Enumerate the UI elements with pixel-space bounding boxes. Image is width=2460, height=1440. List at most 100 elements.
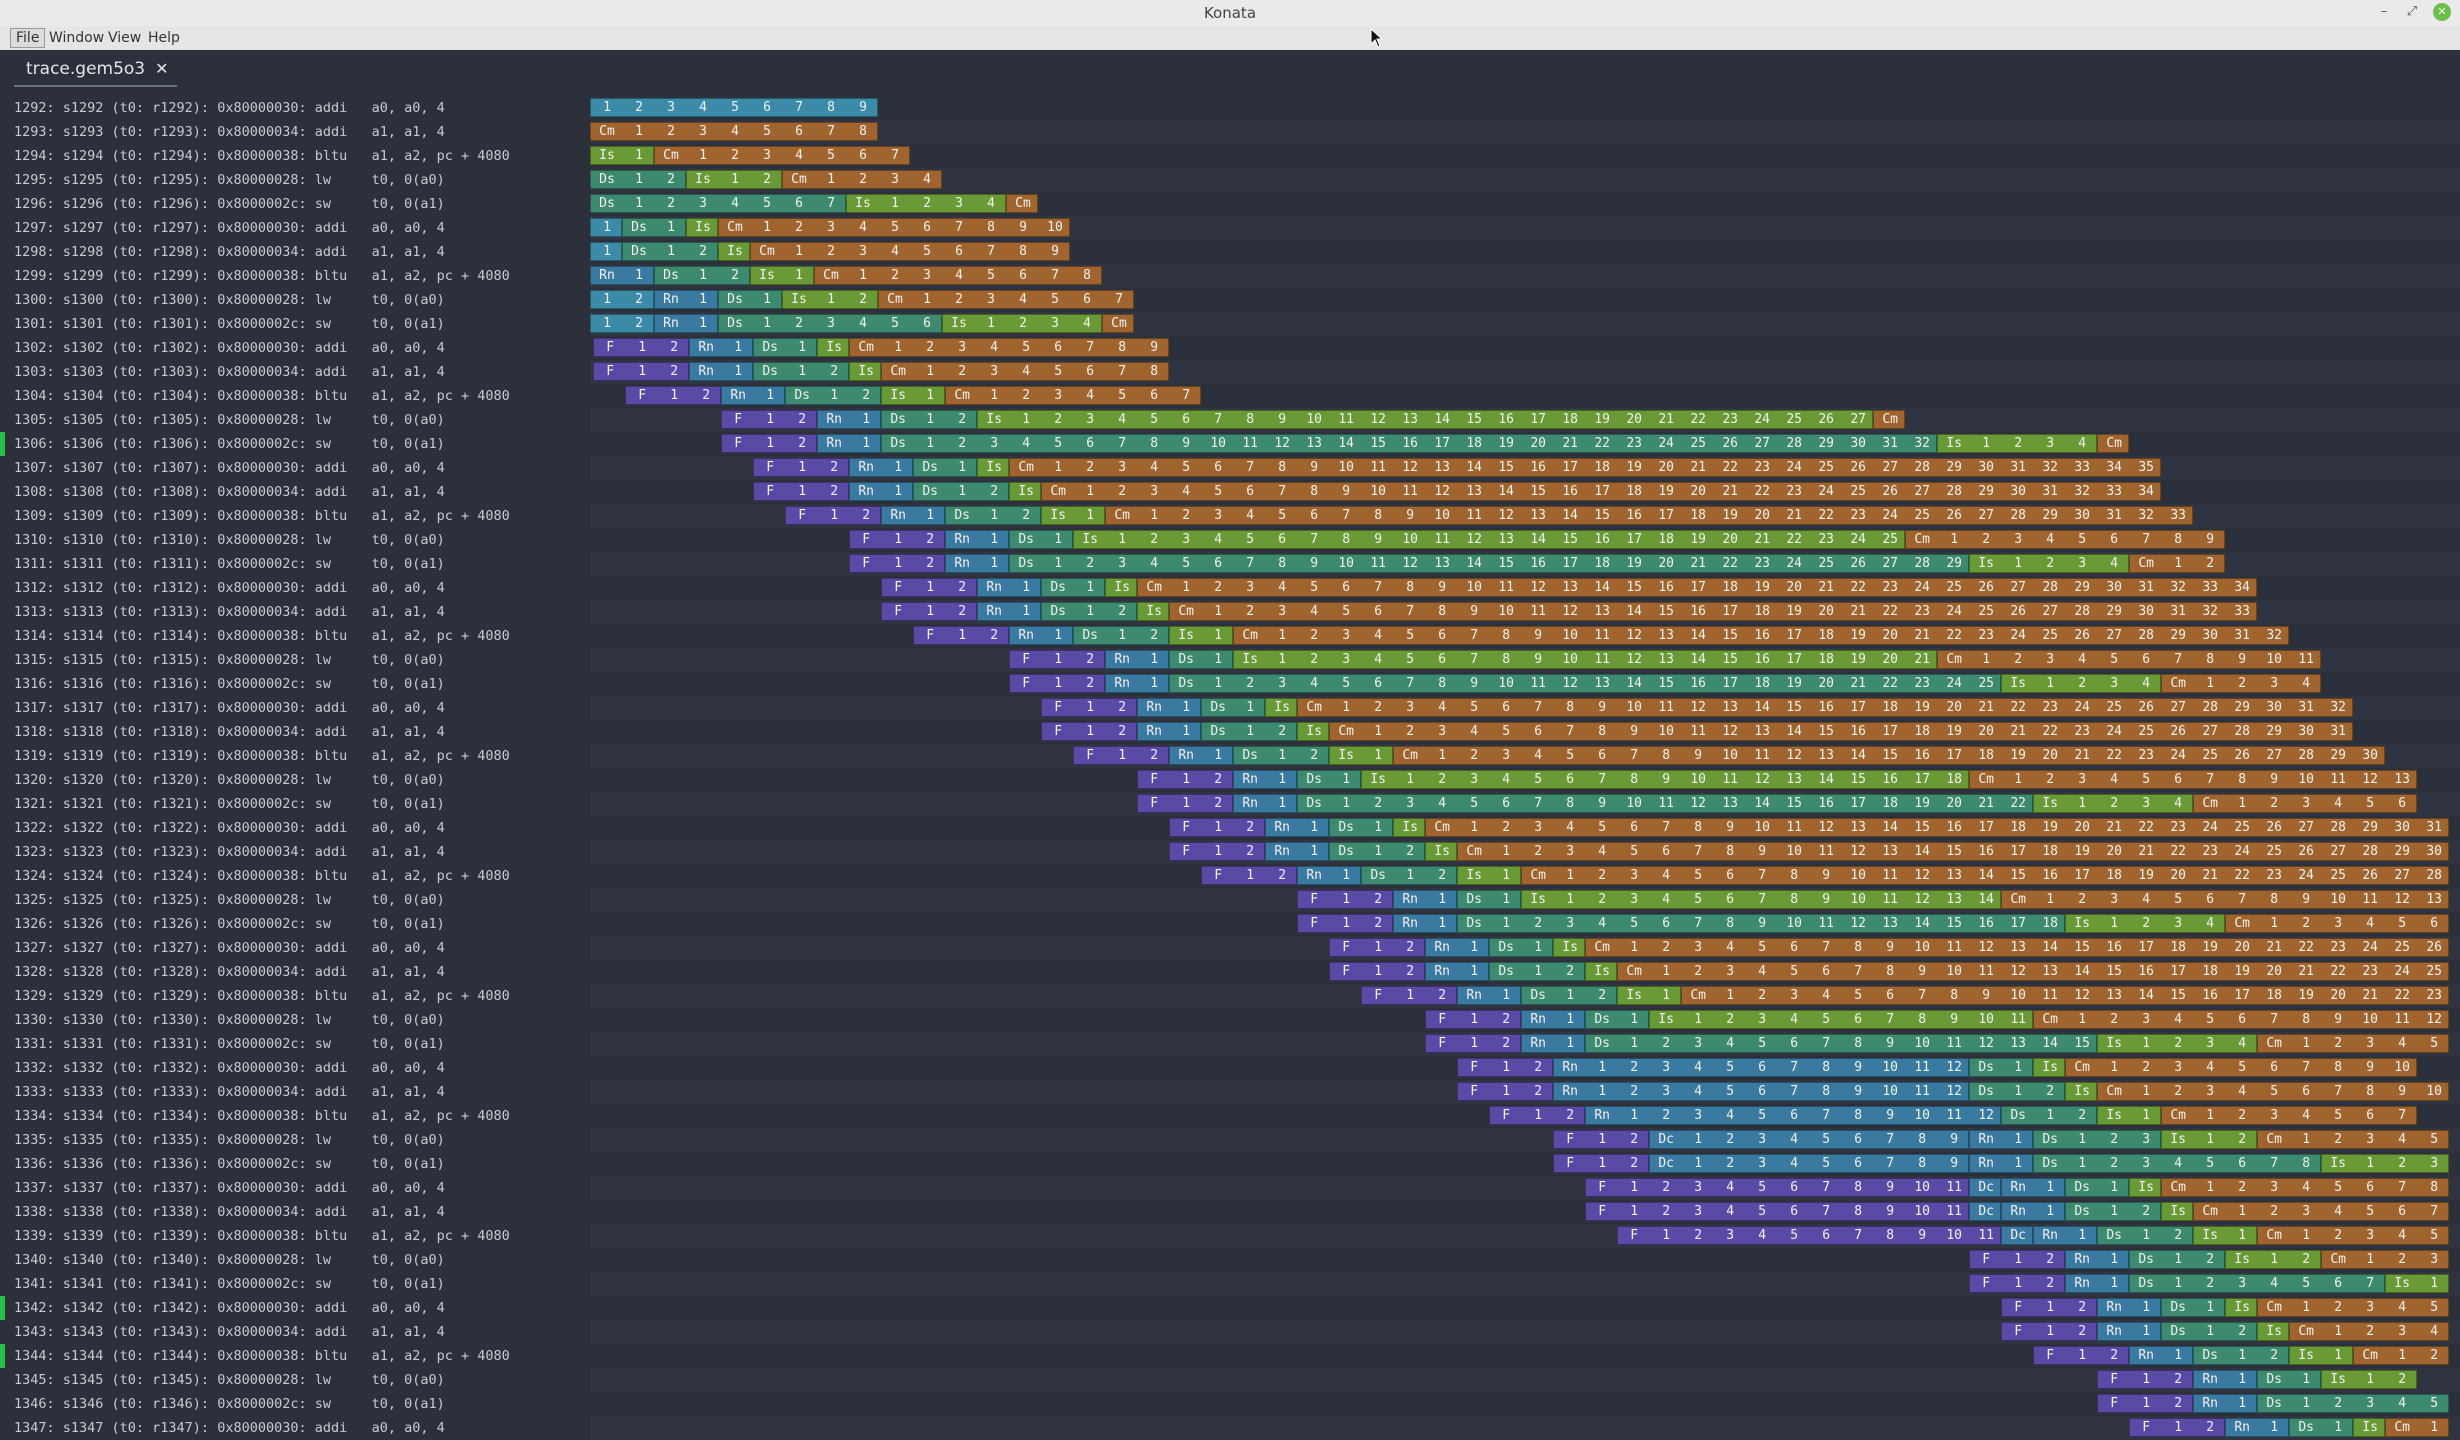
instruction-row[interactable]: 1329: s1329 (t0: r1329): 0x80000038: blt…: [0, 984, 590, 1008]
instruction-row[interactable]: 1335: s1335 (t0: r1335): 0x80000028: lw …: [0, 1128, 590, 1152]
instruction-row[interactable]: 1330: s1330 (t0: r1330): 0x80000028: lw …: [0, 1008, 590, 1032]
maximize-button[interactable]: ⤢: [2403, 3, 2421, 21]
stage-ds[interactable]: Ds 1: [1009, 530, 1074, 549]
stage-ds[interactable]: Ds 1 2: [2129, 1250, 2226, 1269]
stage-rn[interactable]: Rn 1: [881, 506, 946, 525]
stage-cm[interactable]: Cm 1 2 3 4 5 6 7: [2193, 1202, 2450, 1221]
stage-f[interactable]: F12: [849, 530, 946, 549]
stage-cm[interactable]: Cm 1 2 3 4 5 6 7 8 9 10 11 12 13 14 15 16 17 18 19 20 21 22 23 2…: [1169, 602, 2258, 621]
instruction-row[interactable]: 1344: s1344 (t0: r1344): 0x80000038: blt…: [0, 1344, 590, 1368]
stage-ds[interactable]: Ds 1 2: [945, 506, 1042, 525]
stage-cm[interactable]: Cm 1 2 3 4 5 6 7 8 9 10 11 12 13 14 15 16 17 18 19 20 21 22 23: [1681, 986, 2450, 1005]
stage-is[interactable]: Is 1: [2289, 1346, 2354, 1365]
stage-is[interactable]: Is 1 2 3 4 5 6 7 8 9 10 11: [1649, 1010, 2034, 1029]
stage-cm[interactable]: Cm 1 2 3 4 5 6 7: [654, 146, 910, 165]
stage-ds[interactable]: Ds 1 2: [2097, 1226, 2194, 1245]
stage-start[interactable]: 123456789: [590, 98, 878, 117]
stage-ds[interactable]: Ds 1 2 3 4 5 6 7 8: [2033, 1154, 2322, 1173]
stage-ds[interactable]: Ds 1 2: [1041, 602, 1138, 621]
stage-is[interactable]: Is: [1585, 962, 1618, 981]
stage-f[interactable]: F 1 2 3 4 5 6 7 8 9 10 11: [1585, 1178, 1970, 1197]
stage-ds[interactable]: Ds 1: [2289, 1418, 2354, 1437]
stage-cm[interactable]: Cm 1 2 3 4: [782, 170, 942, 189]
stage-rn[interactable]: Rn 1: [1425, 938, 1490, 957]
instruction-row[interactable]: 1306: s1306 (t0: r1306): 0x8000002c: sw …: [0, 432, 590, 456]
stage-is[interactable]: Is 1: [1169, 626, 1234, 645]
stage-cm[interactable]: Cm 1 2 3 4 5 6 7: [878, 290, 1134, 309]
stage-is[interactable]: Is 1: [881, 386, 946, 405]
stage-rn[interactable]: Rn 1: [2097, 1298, 2162, 1317]
stage-rn[interactable]: Rn 1: [977, 602, 1042, 621]
instruction-row[interactable]: 1298: s1298 (t0: r1298): 0x80000034: add…: [0, 240, 590, 264]
stage-ds[interactable]: Ds 1 2: [913, 482, 1010, 501]
instruction-row[interactable]: 1294: s1294 (t0: r1294): 0x80000038: blt…: [0, 144, 590, 168]
stage-dc[interactable]: Dc: [1969, 1178, 2002, 1197]
stage-cm[interactable]: Cm 1 2 3 4 5 6 7 8: [590, 122, 878, 141]
stage-rn[interactable]: Rn 1: [1457, 986, 1522, 1005]
stage-rn[interactable]: Rn 1 2 3 4 5 6 7 8 9 10 11 12: [1553, 1082, 1970, 1101]
stage-is[interactable]: Is: [1137, 602, 1170, 621]
stage-ds[interactable]: Ds 1: [2161, 1298, 2226, 1317]
stage-f[interactable]: F12: [1041, 698, 1138, 717]
stage-f[interactable]: F12: [2001, 1322, 2098, 1341]
stage-ds[interactable]: Ds 1 2: [2161, 1322, 2258, 1341]
stage-f[interactable]: F12: [2033, 1346, 2130, 1365]
stage-rn[interactable]: Rn 1: [2065, 1274, 2130, 1293]
stage-is[interactable]: Is 1 2: [2225, 1250, 2322, 1269]
stage-rn[interactable]: Rn 1: [2033, 1226, 2098, 1245]
stage-rn[interactable]: Rn 1: [1009, 626, 1074, 645]
stage-cm[interactable]: Cm 1 2 3: [2321, 1250, 2450, 1269]
stage-cm[interactable]: Cm 1 2 3 4 5 6 7 8 9 10: [2065, 1058, 2418, 1077]
stage-rn[interactable]: Rn 1: [654, 290, 718, 309]
instruction-row[interactable]: 1334: s1334 (t0: r1334): 0x80000038: blt…: [0, 1104, 590, 1128]
stage-is[interactable]: Is 1 2 3 4: [846, 194, 1006, 213]
instruction-row[interactable]: 1319: s1319 (t0: r1319): 0x80000038: blt…: [0, 744, 590, 768]
instruction-row[interactable]: 1323: s1323 (t0: r1323): 0x80000034: add…: [0, 840, 590, 864]
stage-rn[interactable]: Rn 1: [1393, 890, 1458, 909]
stage-ds[interactable]: Ds 1 2: [1969, 1082, 2066, 1101]
stage-cm[interactable]: Cm 1 2 3 4 5 6 7 8 9 10 11 12: [2033, 1010, 2450, 1029]
stage-is[interactable]: Is: [2129, 1178, 2162, 1197]
stage-is[interactable]: Is 1: [2193, 1226, 2258, 1245]
stage-ds[interactable]: Ds 1: [1297, 770, 1362, 789]
stage-is[interactable]: Is: [1105, 578, 1138, 597]
instruction-row[interactable]: 1295: s1295 (t0: r1295): 0x80000028: lw …: [0, 168, 590, 192]
instruction-row[interactable]: 1297: s1297 (t0: r1297): 0x80000030: add…: [0, 216, 590, 240]
instruction-row[interactable]: 1331: s1331 (t0: r1331): 0x8000002c: sw …: [0, 1032, 590, 1056]
stage-cm[interactable]: Cm 1 2 3 4 5 6 7 8 9 10 11: [1937, 650, 2322, 669]
instruction-row[interactable]: 1302: s1302 (t0: r1302): 0x80000030: add…: [0, 336, 590, 360]
instruction-row[interactable]: 1347: s1347 (t0: r1347): 0x80000030: add…: [0, 1416, 590, 1440]
stage-f[interactable]: F12: [1169, 818, 1266, 837]
stage-rn[interactable]: Rn 1: [849, 458, 914, 477]
stage-ds[interactable]: Ds 1: [1585, 1010, 1650, 1029]
stage-f[interactable]: F12: [1137, 794, 1234, 813]
stage-cm[interactable]: Cm 1 2 3 4 5 6 7 8 9 10 11 12 13 14 15 16 17 18 19 20 21 22 23 2…: [1393, 746, 2386, 765]
stage-ds[interactable]: Ds 1 2: [654, 266, 750, 285]
stage-cm[interactable]: Cm 1 2 3 4 5 6 7 8 9 10 11 12 13 14 15 16 17 18 19 20 21 22 23 2…: [1137, 578, 2258, 597]
stage-ds[interactable]: Ds 1 2 3 4 5 6 7 8 9 10 11 12 13 14 15 16 17 18 19 20 21 22 23 2…: [1009, 554, 1970, 573]
stage-cm[interactable]: Cm 1 2 3 4 5 6 7 8 9: [750, 242, 1070, 261]
stage-cm[interactable]: Cm 1 2 3 4 5 6 7 8 9 10 11 12 13 14 15 16 17 18 19 20 21 22 23 2…: [1233, 626, 2290, 645]
stage-rn[interactable]: Rn 1: [1105, 650, 1170, 669]
instruction-row[interactable]: 1343: s1343 (t0: r1343): 0x80000034: add…: [0, 1320, 590, 1344]
stage-rn[interactable]: Rn 1: [1233, 794, 1298, 813]
stage-f[interactable]: F12: [1137, 770, 1234, 789]
stage-cm[interactable]: Cm 1 2 3 4 5 6 7 8 9 10 11 12 13 14 15 16 17 18 19 20 21 22 23 2…: [1585, 938, 2450, 957]
instruction-row[interactable]: 1296: s1296 (t0: r1296): 0x8000002c: sw …: [0, 192, 590, 216]
stage-ds[interactable]: Ds 1 2 3 4 5 6 7 8 9 10 11 12 13 14 15: [1585, 1034, 2098, 1053]
stage-ds[interactable]: Ds 1 2: [1233, 746, 1330, 765]
instruction-row[interactable]: 1315: s1315 (t0: r1315): 0x80000028: lw …: [0, 648, 590, 672]
stage-rn[interactable]: Rn 1: [654, 314, 718, 333]
stage-cm[interactable]: Cm 1 2 3 4 5 6 7 8 9 10 11 12 13 14 15 16 17 18 19 20 21 22 23 2…: [1105, 506, 2194, 525]
stage-cm[interactable]: Cm 1 2 3 4 5 6 7 8 9 10: [2097, 1082, 2450, 1101]
stage-f[interactable]: F12: [913, 626, 1010, 645]
stage-cm[interactable]: Cm 1 2 3 4 5 6 7 8 9 10 11 12 13: [1969, 770, 2418, 789]
stage-cm[interactable]: Cm 1 2: [2129, 554, 2226, 573]
stage-rn[interactable]: Rn 1: [1265, 818, 1330, 837]
instruction-row[interactable]: 1309: s1309 (t0: r1309): 0x80000038: blt…: [0, 504, 590, 528]
stage-ds[interactable]: Ds 1 2: [2065, 1202, 2162, 1221]
instruction-row[interactable]: 1337: s1337 (t0: r1337): 0x80000030: add…: [0, 1176, 590, 1200]
stage-is[interactable]: Is 1 2 3 4: [2001, 674, 2162, 693]
stage-ds[interactable]: Ds 1 2: [590, 170, 686, 189]
stage-rn[interactable]: Rn 1 2 3 4 5 6 7 8 9 10 11 12: [1585, 1106, 2002, 1125]
